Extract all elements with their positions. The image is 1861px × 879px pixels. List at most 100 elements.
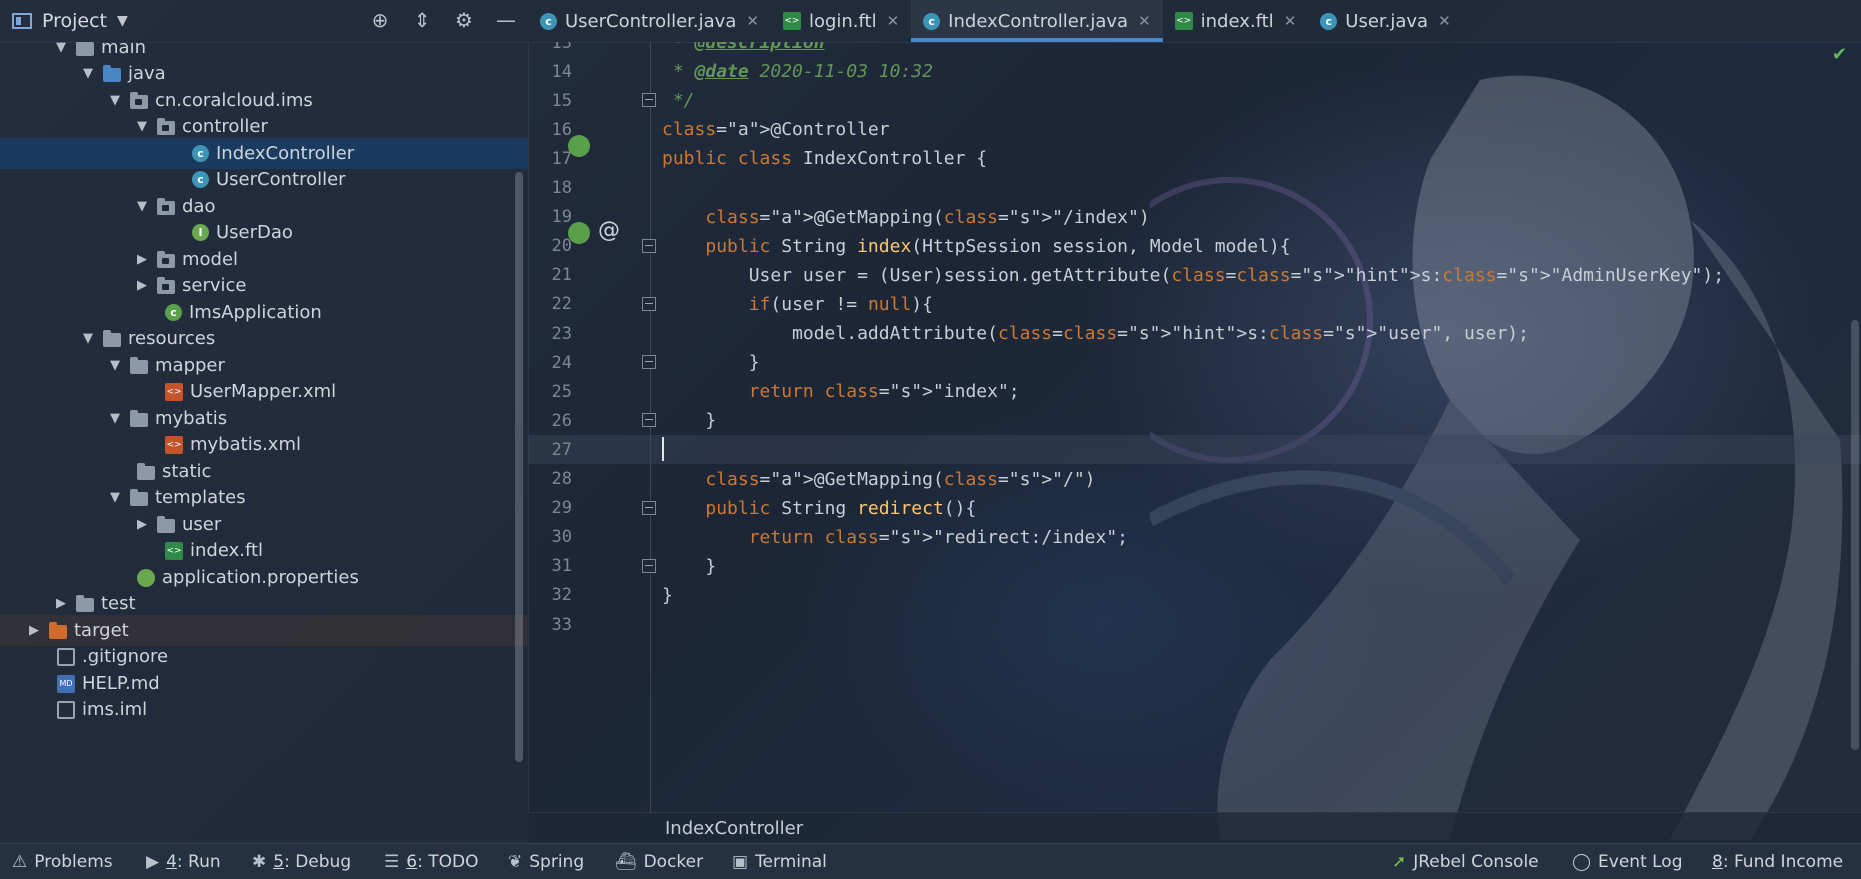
line-number[interactable]: 15 (540, 91, 572, 111)
chevron-down-icon[interactable]: ▼ (117, 13, 128, 29)
code-line[interactable]: 23 model.addAttribute(class=class="s">"h… (528, 319, 1861, 348)
fold-marker-icon[interactable] (642, 558, 656, 573)
folder-icon (130, 488, 148, 506)
line-number[interactable]: 31 (540, 556, 572, 576)
bean-icon (568, 135, 590, 157)
code-line[interactable]: 32} (528, 581, 1861, 610)
fold-marker-icon[interactable] (642, 413, 656, 428)
todo-button[interactable]: ☰ 6: TODO (384, 852, 478, 872)
code-line[interactable]: 15 */ (528, 86, 1861, 115)
code-line[interactable]: 16 class="a">@Controller (528, 115, 1861, 144)
fund-income-button[interactable]: 8: Fund Income (1712, 852, 1843, 872)
line-number[interactable]: 14 (540, 62, 572, 82)
close-icon[interactable]: ✕ (1138, 12, 1151, 30)
spring-bean-gutter-icon[interactable] (568, 135, 597, 161)
chevron-down-icon[interactable]: ▼ (135, 199, 149, 214)
code-line[interactable]: 21 User user = (User)session.getAttribut… (528, 261, 1861, 290)
code-line[interactable]: 31 } (528, 552, 1861, 581)
close-icon[interactable]: ✕ (746, 12, 759, 30)
code-line[interactable]: 17 public class IndexController { (528, 144, 1861, 173)
chevron-right-icon[interactable]: ▶ (135, 517, 149, 532)
problems-button[interactable]: ⚠ Problems (12, 852, 113, 872)
chevron-down-icon[interactable]: ▼ (108, 358, 122, 373)
code-line[interactable]: 19 class="a">@GetMapping(class="s">"/ind… (528, 203, 1861, 232)
chevron-right-icon[interactable]: ▶ (135, 278, 149, 293)
line-number[interactable]: 18 (540, 178, 572, 198)
tree-scrollbar[interactable] (515, 172, 523, 762)
collapse-all-icon[interactable]: ⇕ (410, 8, 434, 32)
code-line[interactable]: 30 return class="s">"redirect:/index"; (528, 523, 1861, 552)
code-line[interactable]: 18 (528, 174, 1861, 203)
chevron-down-icon[interactable]: ▼ (81, 331, 95, 346)
line-number[interactable]: 21 (540, 265, 572, 285)
debug-button[interactable]: ✱ 5: Debug (252, 852, 351, 872)
editor-scrollbar[interactable] (1851, 320, 1859, 750)
code-line[interactable]: 33 (528, 610, 1861, 639)
code-line[interactable]: 24 } (528, 348, 1861, 377)
chevron-right-icon[interactable]: ▶ (54, 596, 68, 611)
locate-icon[interactable]: ⊕ (368, 8, 392, 32)
tab-indexcontroller[interactable]: c IndexController.java ✕ (911, 0, 1164, 42)
code-line[interactable]: 26 } (528, 406, 1861, 435)
breadcrumb[interactable]: IndexController (528, 812, 1861, 844)
ftl-file-icon: <> (165, 541, 183, 560)
line-number[interactable]: 13 (540, 42, 572, 53)
line-number[interactable]: 22 (540, 294, 572, 314)
line-number[interactable]: 33 (540, 615, 572, 635)
fold-marker-icon[interactable] (642, 355, 656, 370)
run-button[interactable]: ▶ 4: Run (146, 852, 221, 872)
spring-button[interactable]: ❦ Spring (508, 852, 584, 872)
request-mapping-gutter-icon[interactable] (568, 222, 597, 248)
line-number[interactable]: 25 (540, 382, 572, 402)
chevron-down-icon[interactable]: ▼ (81, 66, 95, 81)
chevron-down-icon[interactable]: ▼ (108, 411, 122, 426)
event-log-button[interactable]: ◯ Event Log (1572, 852, 1683, 872)
code-line[interactable]: 27 (528, 435, 1861, 465)
tree-item-label: resources (128, 328, 216, 349)
chevron-down-icon[interactable]: ▼ (108, 93, 122, 108)
code-line[interactable]: 14 * @date 2020-11-03 10:32 (528, 57, 1861, 86)
line-number[interactable]: 32 (540, 585, 572, 605)
fold-marker-icon[interactable] (642, 296, 656, 311)
code-line[interactable]: 13 * @description (528, 42, 1861, 57)
code-line[interactable]: 25 return class="s">"index"; (528, 377, 1861, 406)
code-editor[interactable]: 13 * @description 14 * @date 2020-11-03 1… (528, 42, 1861, 812)
fold-marker-icon[interactable] (642, 500, 656, 515)
close-icon[interactable]: ✕ (1438, 12, 1451, 30)
close-icon[interactable]: ✕ (1284, 12, 1297, 30)
tab-index-ftl[interactable]: <> index.ftl ✕ (1163, 0, 1309, 42)
breadcrumb-item[interactable]: IndexController (665, 818, 803, 839)
code-line[interactable]: 22 if(user != null){ (528, 290, 1861, 319)
line-number[interactable]: 24 (540, 353, 572, 373)
jrebel-console-button[interactable]: ➚ JRebel Console (1392, 852, 1539, 872)
tree-item-label: UserDao (216, 222, 293, 243)
line-number[interactable]: 30 (540, 527, 572, 547)
line-number[interactable]: 26 (540, 411, 572, 431)
chevron-down-icon[interactable]: ▼ (54, 42, 68, 55)
tab-user-java[interactable]: c User.java ✕ (1308, 0, 1462, 42)
chevron-right-icon[interactable]: ▶ (27, 623, 41, 638)
line-number[interactable]: 27 (540, 440, 572, 460)
project-panel-header[interactable]: Project ▼ ⊕ ⇕ ⚙ — (0, 0, 528, 43)
line-number[interactable]: 29 (540, 498, 572, 518)
chevron-down-icon[interactable]: ▼ (135, 119, 149, 134)
project-tree: ▼ main ▼ java ▼ cn.coralcloud.ims ▼ controll… (0, 42, 528, 843)
terminal-button[interactable]: ▣ Terminal (732, 852, 827, 872)
line-number[interactable]: 23 (540, 324, 572, 344)
chevron-right-icon[interactable]: ▶ (135, 252, 149, 267)
close-icon[interactable]: ✕ (887, 12, 900, 30)
code-line[interactable]: 20 public String index(HttpSession sessi… (528, 232, 1861, 261)
tree-item-ims-iml[interactable]: ims.iml (0, 694, 528, 725)
docker-button[interactable]: ⛴ Docker (615, 852, 703, 872)
fold-marker-icon[interactable] (642, 93, 656, 108)
minimize-icon[interactable]: — (494, 8, 518, 32)
line-number[interactable]: 28 (540, 469, 572, 489)
code-line[interactable]: 28 class="a">@GetMapping(class="s">"/") (528, 465, 1861, 494)
gear-icon[interactable]: ⚙ (452, 8, 476, 32)
fold-marker-icon[interactable] (642, 238, 656, 253)
at-sign-icon[interactable]: @ (598, 218, 620, 243)
tab-usercontroller[interactable]: c UserController.java ✕ (528, 0, 771, 42)
chevron-down-icon[interactable]: ▼ (108, 490, 122, 505)
tab-login-ftl[interactable]: <> login.ftl ✕ (771, 0, 911, 42)
code-line[interactable]: 29 public String redirect(){ (528, 494, 1861, 523)
